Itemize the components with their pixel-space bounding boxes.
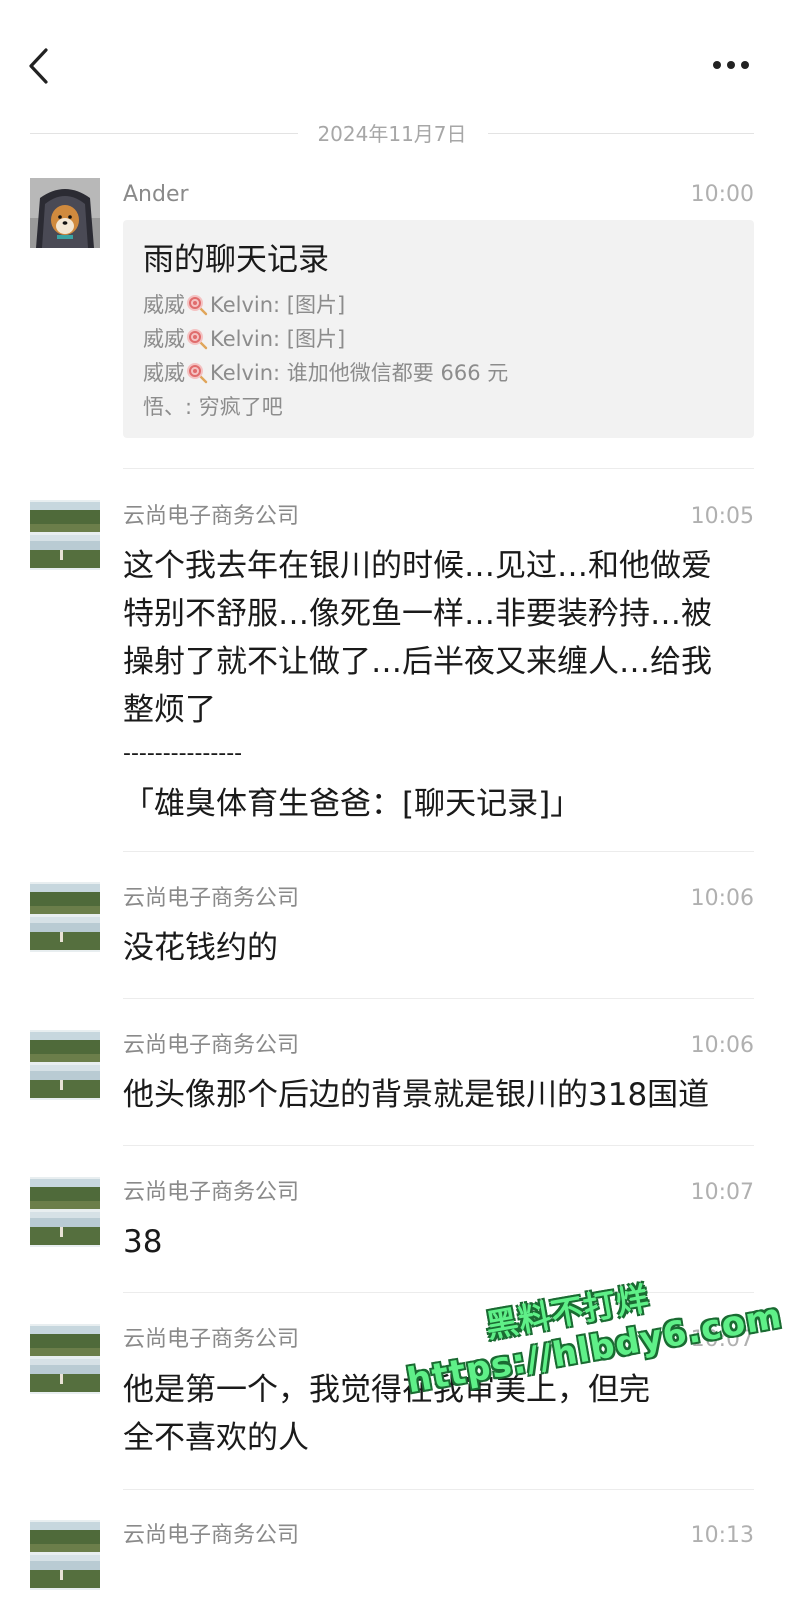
avatar[interactable]: [30, 882, 100, 952]
message-line: 整烦了: [123, 692, 216, 728]
shiba-dog-avatar-icon: [30, 178, 100, 248]
message-text[interactable]: 他头像那个后边的背景就是银川的318国道: [123, 1071, 763, 1119]
message-line: 「雄臭体育生爸爸：[聊天记录]」: [123, 786, 582, 822]
record-text: Kelvin: [图片]: [210, 327, 346, 351]
message-text[interactable]: 他是第一个，我觉得在我审美上，但完 全不喜欢的人: [123, 1366, 763, 1462]
landscape-avatar-icon: [30, 500, 100, 570]
message-text[interactable]: 没花钱约的: [123, 924, 763, 972]
message-line: 全不喜欢的人: [123, 1420, 309, 1456]
card-line: 威威 Kelvin: [图片]: [143, 324, 345, 354]
lollipop-icon: [187, 363, 208, 384]
message-line: 特别不舒服…像死鱼一样…非要装矜持…被: [123, 596, 712, 632]
avatar[interactable]: [30, 1030, 100, 1100]
message-time: 10:06: [690, 1033, 754, 1058]
sender-name: 云尚电子商务公司: [123, 1523, 300, 1548]
message-line: 操射了就不让做了…后半夜又来缠人…给我: [123, 644, 712, 680]
sender-name: 云尚电子商务公司: [123, 1327, 300, 1352]
landscape-avatar-icon: [30, 1520, 100, 1590]
message-time: 10:07: [690, 1180, 754, 1205]
message-line: 他头像那个后边的背景就是银川的318国道: [123, 1077, 710, 1113]
message-line: 他是第一个，我觉得在我审美上，但完: [123, 1372, 650, 1408]
message-separator: [123, 1292, 754, 1293]
avatar[interactable]: [30, 1177, 100, 1247]
landscape-avatar-icon: [30, 1177, 100, 1247]
message-item: Ander 10:00 雨的聊天记录 威威 Kelvin: [图片] 威威 Kelv…: [0, 0, 800, 470]
message-separator: [123, 998, 754, 999]
message-line: 没花钱约的: [123, 930, 278, 966]
avatar[interactable]: [30, 500, 100, 570]
avatar[interactable]: [30, 1324, 100, 1394]
message-text[interactable]: 38: [123, 1218, 763, 1266]
card-line: 悟、: 穷疯了吧: [143, 392, 283, 422]
record-sender-name: 威威: [143, 361, 185, 385]
card-title: 雨的聊天记录: [143, 242, 329, 278]
message-separator: [123, 1489, 754, 1490]
record-text: Kelvin: 谁加他微信都要 666 元: [210, 361, 509, 385]
sender-name: 云尚电子商务公司: [123, 886, 300, 911]
record-text: 悟、: 穷疯了吧: [143, 395, 283, 419]
message-time: 10:07: [690, 1327, 754, 1352]
card-line: 威威 Kelvin: 谁加他微信都要 666 元: [143, 358, 508, 388]
message-time: 10:05: [690, 504, 754, 529]
message-separator: [123, 851, 754, 852]
message-time: 10:00: [690, 182, 754, 207]
message-line: ---------------: [123, 741, 243, 766]
lollipop-icon: [187, 295, 208, 316]
landscape-avatar-icon: [30, 882, 100, 952]
card-line: 威威 Kelvin: [图片]: [143, 290, 345, 320]
landscape-avatar-icon: [30, 1030, 100, 1100]
sender-name: Ander: [123, 182, 189, 207]
avatar[interactable]: [30, 178, 100, 248]
record-text: Kelvin: [图片]: [210, 293, 346, 317]
message-line: 38: [123, 1224, 163, 1260]
sender-name: 云尚电子商务公司: [123, 504, 300, 529]
record-sender-name: 威威: [143, 327, 185, 351]
chat-record-card[interactable]: 雨的聊天记录 威威 Kelvin: [图片] 威威 Kelvin: [图片] 威威 K…: [123, 220, 754, 438]
avatar[interactable]: [30, 1520, 100, 1590]
message-separator: [123, 1145, 754, 1146]
record-sender-name: 威威: [143, 293, 185, 317]
sender-name: 云尚电子商务公司: [123, 1033, 300, 1058]
message-separator: [123, 468, 754, 469]
message-line: 这个我去年在银川的时候…见过…和他做爱: [123, 548, 712, 584]
message-time: 10:13: [690, 1523, 754, 1548]
landscape-avatar-icon: [30, 1324, 100, 1394]
sender-name: 云尚电子商务公司: [123, 1180, 300, 1205]
lollipop-icon: [187, 329, 208, 350]
message-time: 10:06: [690, 886, 754, 911]
message-text[interactable]: 这个我去年在银川的时候…见过…和他做爱 特别不舒服…像死鱼一样…非要装矜持…被 …: [123, 542, 763, 828]
watermark-title: 黑料不打烊: [483, 1279, 653, 1346]
